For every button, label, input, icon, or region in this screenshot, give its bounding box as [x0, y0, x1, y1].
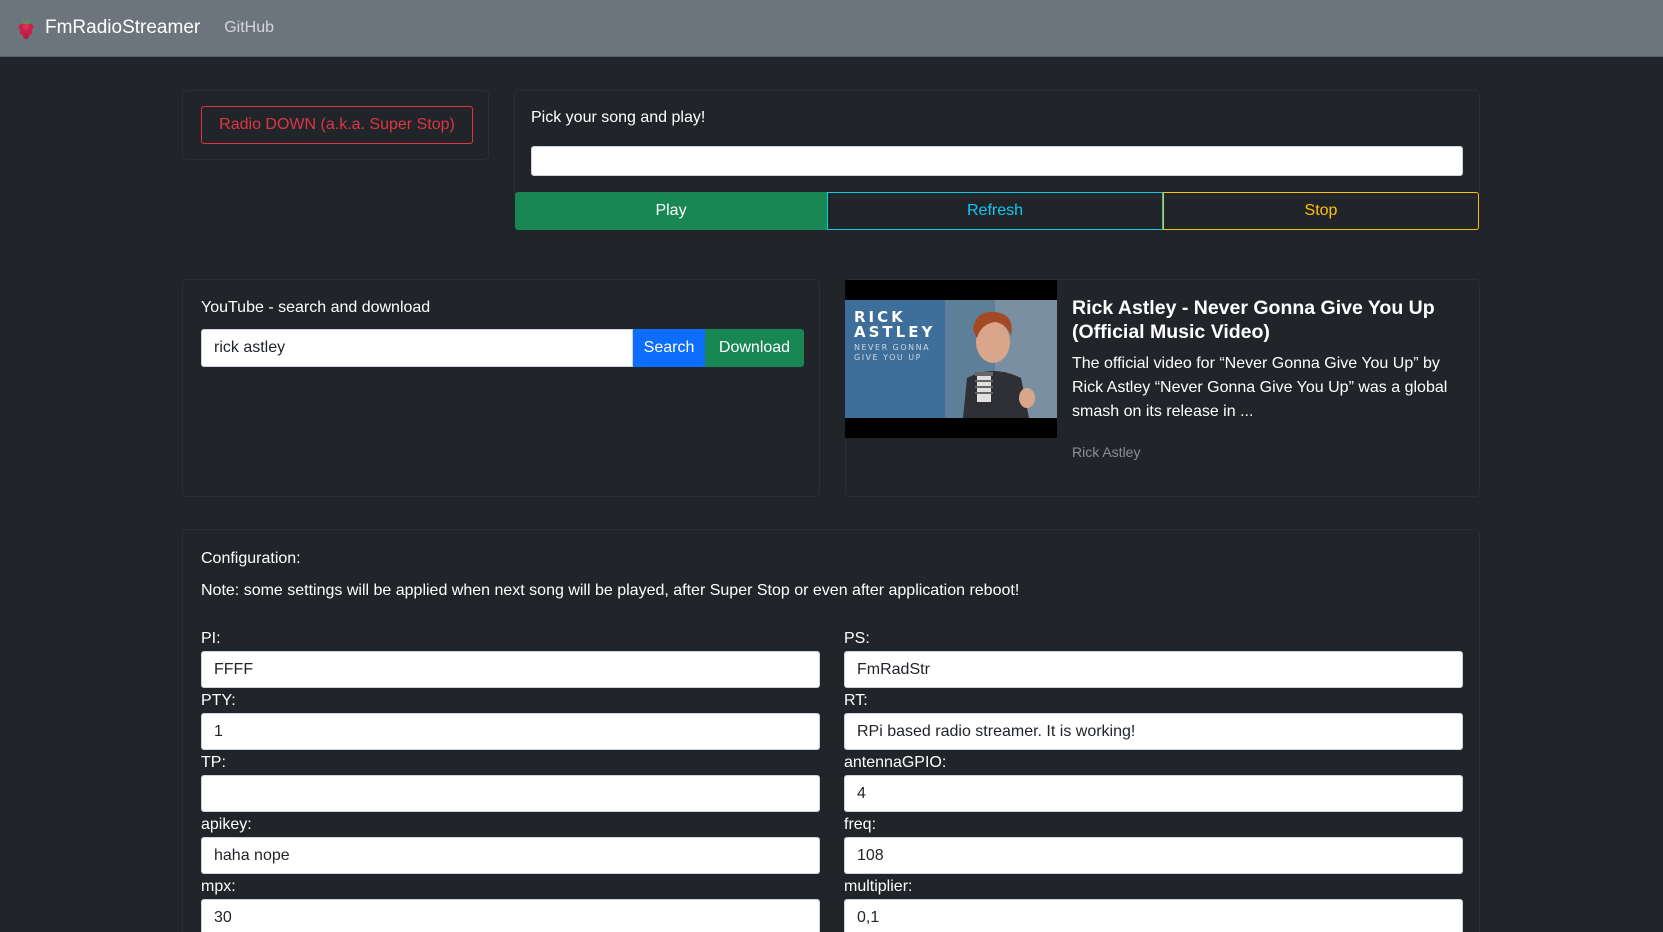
super-stop-button[interactable]: Radio DOWN (a.k.a. Super Stop): [201, 106, 473, 144]
config-label-ps: PS:: [844, 630, 870, 647]
search-button[interactable]: Search: [633, 329, 705, 367]
video-title[interactable]: Rick Astley - Never Gonna Give You Up (O…: [1072, 296, 1472, 344]
play-button[interactable]: Play: [515, 192, 827, 230]
refresh-button[interactable]: Refresh: [827, 192, 1163, 230]
config-label-pty: PTY:: [201, 692, 236, 709]
thumb-sub-line1: NEVER GONNA: [854, 343, 931, 352]
config-heading: Configuration:: [201, 550, 301, 567]
config-label-rt: RT:: [844, 692, 868, 709]
stop-button[interactable]: Stop: [1163, 192, 1479, 230]
video-description: The official video for “Never Gonna Give…: [1072, 355, 1448, 420]
config-label-apikey: apikey:: [201, 816, 252, 833]
thumb-sub-line2: GIVE YOU UP: [854, 353, 922, 362]
pick-song-label: Pick your song and play!: [531, 109, 706, 126]
config-label-pi: PI:: [201, 630, 221, 647]
config-input-pi[interactable]: [201, 651, 820, 688]
song-input[interactable]: [531, 146, 1463, 176]
config-input-ps[interactable]: [844, 651, 1463, 688]
config-input-multiplier[interactable]: [844, 899, 1463, 932]
config-input-mpx[interactable]: [201, 899, 820, 932]
navbar: FmRadioStreamer GitHub: [0, 0, 1663, 57]
brand-link[interactable]: FmRadioStreamer: [15, 16, 200, 40]
config-label-multiplier: multiplier:: [844, 878, 913, 895]
config-label-tp: TP:: [201, 754, 226, 771]
config-input-pty[interactable]: [201, 713, 820, 750]
config-input-antenna-gpio[interactable]: [844, 775, 1463, 812]
config-input-freq[interactable]: [844, 837, 1463, 874]
download-button[interactable]: Download: [705, 329, 804, 367]
video-thumbnail[interactable]: RICK ASTLEY NEVER GONNA GIVE YOU UP: [845, 280, 1057, 438]
youtube-heading: YouTube - search and download: [201, 299, 431, 316]
raspberry-icon: [18, 19, 34, 40]
github-link[interactable]: GitHub: [224, 19, 274, 37]
config-label-antenna-gpio: antennaGPIO:: [844, 754, 947, 771]
config-label-freq: freq:: [844, 816, 877, 833]
config-input-tp[interactable]: [201, 775, 820, 812]
song-picker-card: [514, 90, 1480, 198]
config-note: Note: some settings will be applied when…: [201, 582, 1020, 599]
thumb-title-line2: ASTLEY: [854, 323, 936, 341]
video-channel: Rick Astley: [1072, 444, 1141, 460]
config-input-apikey[interactable]: [201, 837, 820, 874]
brand-name: FmRadioStreamer: [45, 17, 201, 38]
youtube-search-input[interactable]: [201, 329, 633, 367]
config-label-mpx: mpx:: [201, 878, 236, 895]
config-input-rt[interactable]: [844, 713, 1463, 750]
